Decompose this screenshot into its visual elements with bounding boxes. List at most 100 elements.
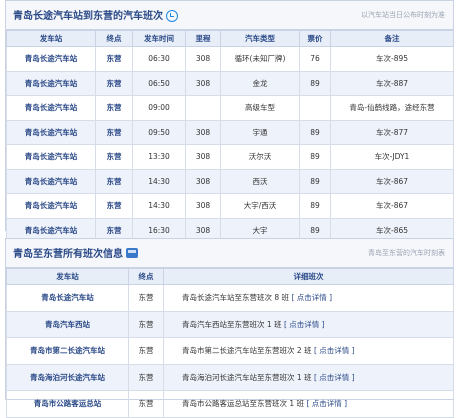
cell-km: 308 bbox=[185, 70, 221, 96]
cell-type: 高级车型 bbox=[220, 95, 300, 121]
cell-price: 89 bbox=[299, 70, 331, 96]
detail-text: 青岛海泊河长途汽车站至东营班次 1 班 bbox=[182, 372, 312, 382]
table-row: 青岛长途汽车站 东营 09:00 高级车型 青岛-仙鹤线路，途经东营 bbox=[6, 95, 454, 121]
column-header: 备注 bbox=[330, 30, 454, 47]
bus-schedule-panel: 青岛长途汽车站到东营的汽车班次 以汽车站当日公布时刻为准 发车站 终点 发车时间 里程… bbox=[5, 0, 454, 243]
cell-km: 308 bbox=[185, 46, 221, 72]
details-link[interactable]: [ 点击详情 ] bbox=[306, 399, 347, 408]
cell-km: 308 bbox=[185, 144, 221, 170]
cell-station[interactable]: 青岛长途汽车站 bbox=[6, 46, 96, 72]
cell-remark: 车次-JDY1 bbox=[330, 144, 454, 170]
cell-station[interactable]: 青岛海泊河长途汽车站 bbox=[6, 363, 129, 391]
cell-price: 89 bbox=[299, 144, 331, 170]
routes-title: 青岛至东营所有班次信息 bbox=[13, 245, 138, 260]
schedule-note: 以汽车站当日公布时刻为准 bbox=[361, 11, 445, 19]
details-link[interactable]: [ 点击详情 ] bbox=[314, 373, 355, 382]
details-link[interactable]: [ 点击详情 ] bbox=[284, 320, 325, 329]
cell-remark: 青岛-仙鹤线路，途经东营 bbox=[330, 95, 454, 121]
table-row: 青岛长途汽车站 东营 13:30 308 沃尔沃 89 车次-JDY1 bbox=[6, 144, 454, 170]
schedule-table-header: 发车站 终点 发车时间 里程 汽车类型 票价 备注 bbox=[6, 30, 454, 47]
column-header: 票价 bbox=[299, 30, 331, 47]
cell-detail: 青岛汽车西站至东营班次 1 班 [ 点击详情 ] bbox=[163, 310, 454, 338]
routes-table: 发车站 终点 详细班次 青岛长途汽车站 东营 青岛长途汽车站至东营班次 8 班 [ 点击… bbox=[6, 268, 454, 418]
cell-detail: 青岛海泊河长途汽车站至东营班次 1 班 [ 点击详情 ] bbox=[163, 363, 454, 391]
table-row: 青岛海泊河长途汽车站 东营 青岛海泊河长途汽车站至东营班次 1 班 [ 点击详情 ] bbox=[6, 363, 454, 391]
table-row: 青岛长途汽车站 东营 09:50 308 宇通 89 车次-877 bbox=[6, 119, 454, 145]
details-link[interactable]: [ 点击详情 ] bbox=[314, 346, 355, 355]
cell-station[interactable]: 青岛长途汽车站 bbox=[6, 119, 96, 145]
cell-station[interactable]: 青岛长途汽车站 bbox=[6, 193, 96, 219]
table-row: 青岛市第二长途汽车站 东营 青岛市第二长途汽车站至东营班次 2 班 [ 点击详情 ] bbox=[6, 337, 454, 365]
column-header: 详细班次 bbox=[163, 268, 454, 285]
cell-station[interactable]: 青岛长途汽车站 bbox=[6, 95, 96, 121]
cell-km: 308 bbox=[185, 119, 221, 145]
table-row: 青岛长途汽车站 东营 青岛长途汽车站至东营班次 8 班 [ 点击详情 ] bbox=[6, 284, 454, 312]
cell-station[interactable]: 青岛长途汽车站 bbox=[6, 284, 129, 312]
cell-price: 89 bbox=[299, 119, 331, 145]
cell-remark: 车次-895 bbox=[330, 46, 454, 72]
cell-dest[interactable]: 东营 bbox=[95, 46, 133, 72]
cell-detail: 青岛市第二长途汽车站至东营班次 2 班 [ 点击详情 ] bbox=[163, 337, 454, 365]
cell-km: 308 bbox=[185, 168, 221, 194]
cell-time: 09:50 bbox=[132, 119, 186, 145]
cell-price: 89 bbox=[299, 193, 331, 219]
cell-type: 金龙 bbox=[220, 70, 300, 96]
detail-text: 青岛汽车西站至东营班次 1 班 bbox=[182, 319, 282, 329]
column-header: 发车时间 bbox=[132, 30, 186, 47]
table-row: 青岛长途汽车站 东营 06:50 308 金龙 89 车次-887 bbox=[6, 70, 454, 96]
cell-price: 76 bbox=[299, 46, 331, 72]
cell-dest[interactable]: 东营 bbox=[95, 168, 133, 194]
cell-dest[interactable]: 东营 bbox=[95, 70, 133, 96]
cell-price: 89 bbox=[299, 168, 331, 194]
cell-remark: 车次-887 bbox=[330, 70, 454, 96]
cell-dest: 东营 bbox=[128, 284, 164, 312]
cell-station[interactable]: 青岛长途汽车站 bbox=[6, 144, 96, 170]
cell-detail: 青岛长途汽车站至东营班次 8 班 [ 点击详情 ] bbox=[163, 284, 454, 312]
detail-text: 青岛长途汽车站至东营班次 8 班 bbox=[182, 293, 290, 303]
routes-header: 青岛至东营所有班次信息 青岛至东营的汽车时刻表 bbox=[6, 239, 453, 268]
cell-station[interactable]: 青岛市第二长途汽车站 bbox=[6, 337, 129, 365]
cell-time: 14:30 bbox=[132, 168, 186, 194]
routes-table-header: 发车站 终点 详细班次 bbox=[6, 268, 454, 285]
cell-dest: 东营 bbox=[128, 310, 164, 338]
cell-time: 06:30 bbox=[132, 46, 186, 72]
detail-text: 青岛市公路客运总站至东营班次 1 班 bbox=[182, 399, 305, 409]
cell-remark: 车次-867 bbox=[330, 193, 454, 219]
cell-type: 西沃 bbox=[220, 168, 300, 194]
routes-title-text: 青岛至东营所有班次信息 bbox=[13, 249, 123, 260]
column-header: 汽车类型 bbox=[220, 30, 300, 47]
schedule-table: 发车站 终点 发车时间 里程 汽车类型 票价 备注 青岛长途汽车站 东营 06:30 308 循环(… bbox=[6, 30, 454, 243]
column-header: 发车站 bbox=[6, 30, 96, 47]
cell-time: 09:00 bbox=[132, 95, 186, 121]
cell-detail: 青岛市公路客运总站至东营班次 1 班 [ 点击详情 ] bbox=[163, 390, 454, 418]
schedule-title: 青岛长途汽车站到东营的汽车班次 bbox=[13, 7, 178, 22]
cell-dest[interactable]: 东营 bbox=[95, 144, 133, 170]
cell-dest[interactable]: 东营 bbox=[95, 119, 133, 145]
table-row: 青岛汽车西站 东营 青岛汽车西站至东营班次 1 班 [ 点击详情 ] bbox=[6, 310, 454, 338]
cell-station[interactable]: 青岛市公路客运总站 bbox=[6, 390, 129, 418]
bus-icon bbox=[126, 248, 138, 258]
column-header: 终点 bbox=[95, 30, 133, 47]
column-header: 里程 bbox=[185, 30, 221, 47]
cell-station[interactable]: 青岛长途汽车站 bbox=[6, 168, 96, 194]
cell-dest[interactable]: 东营 bbox=[95, 95, 133, 121]
cell-time: 13:30 bbox=[132, 144, 186, 170]
cell-dest: 东营 bbox=[128, 337, 164, 365]
all-routes-panel: 青岛至东营所有班次信息 青岛至东营的汽车时刻表 发车站 终点 详细班次 青岛长途汽车… bbox=[5, 238, 454, 418]
schedule-title-text: 青岛长途汽车站到东营的汽车班次 bbox=[13, 11, 163, 22]
cell-time: 06:50 bbox=[132, 70, 186, 96]
cell-dest[interactable]: 东营 bbox=[95, 193, 133, 219]
cell-time: 14:30 bbox=[132, 193, 186, 219]
table-row: 青岛长途汽车站 东营 14:30 308 大宇/西沃 89 车次-867 bbox=[6, 193, 454, 219]
cell-price bbox=[299, 95, 331, 121]
column-header: 发车站 bbox=[6, 268, 129, 285]
cell-type: 宇通 bbox=[220, 119, 300, 145]
cell-station[interactable]: 青岛长途汽车站 bbox=[6, 70, 96, 96]
table-row: 青岛长途汽车站 东营 14:30 308 西沃 89 车次-867 bbox=[6, 168, 454, 194]
schedule-header: 青岛长途汽车站到东营的汽车班次 以汽车站当日公布时刻为准 bbox=[6, 1, 453, 30]
column-header: 终点 bbox=[128, 268, 164, 285]
cell-km: 308 bbox=[185, 193, 221, 219]
routes-note: 青岛至东营的汽车时刻表 bbox=[368, 249, 445, 257]
cell-station[interactable]: 青岛汽车西站 bbox=[6, 310, 129, 338]
details-link[interactable]: [ 点击详情 ] bbox=[291, 293, 332, 302]
